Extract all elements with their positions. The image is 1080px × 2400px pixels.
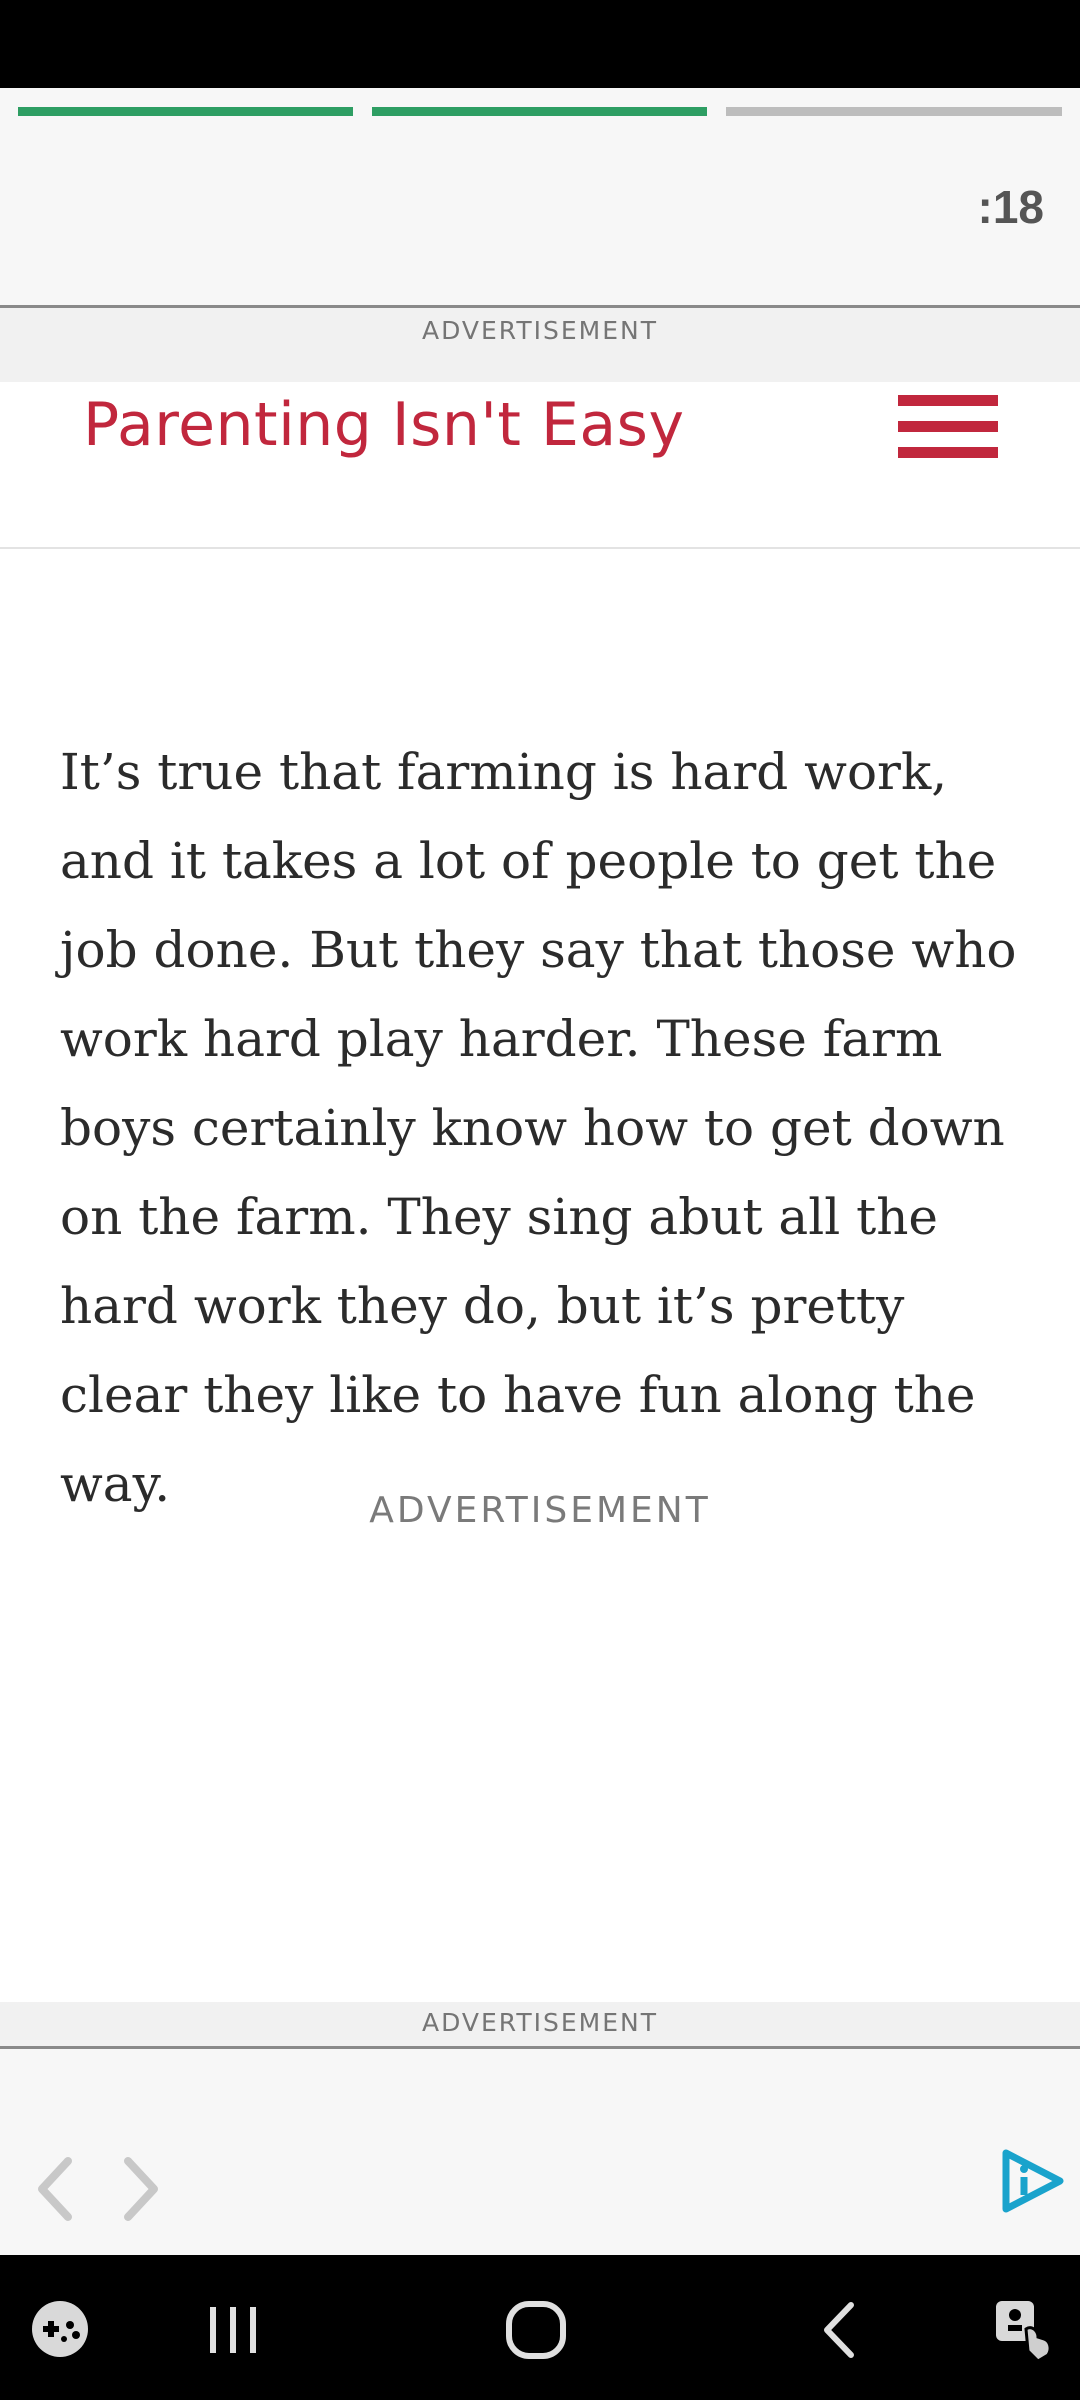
hamburger-menu-icon[interactable] <box>898 395 998 459</box>
inline-advertisement-label: ADVERTISEMENT <box>369 1490 711 1531</box>
site-logo[interactable]: Parenting Isn't Easy <box>83 390 684 460</box>
chevron-left-icon[interactable] <box>22 2149 92 2229</box>
chevron-right-icon[interactable] <box>104 2149 174 2229</box>
bottom-ad-unit[interactable] <box>0 2049 1080 2255</box>
progress-segment-3 <box>726 107 1062 116</box>
progress-segment-2 <box>372 107 707 116</box>
status-bar <box>0 0 1080 88</box>
home-icon[interactable] <box>500 2295 576 2365</box>
system-navigation-bar <box>0 2255 1080 2400</box>
accessibility-icon[interactable] <box>990 2295 1060 2365</box>
ad-label-band: ADVERTISEMENT <box>0 308 1080 382</box>
game-launcher-icon[interactable] <box>26 2295 96 2365</box>
bottom-ad-label-band: ADVERTISEMENT <box>0 2002 1080 2048</box>
bottom-advertisement-label: ADVERTISEMENT <box>421 2008 658 2037</box>
adchoices-icon[interactable] <box>998 2147 1066 2215</box>
top-ad-unit[interactable] <box>0 88 1080 307</box>
ad-progress-indicator <box>18 107 1062 116</box>
site-header: Parenting Isn't Easy <box>0 382 1080 549</box>
advertisement-label: ADVERTISEMENT <box>421 316 658 345</box>
article-paragraph: It’s true that farming is hard work, and… <box>60 743 1017 1513</box>
progress-segment-1 <box>18 107 353 116</box>
back-icon[interactable] <box>805 2295 875 2365</box>
ad-countdown-timer: :18 <box>977 181 1044 233</box>
recent-apps-icon[interactable] <box>198 2295 268 2365</box>
